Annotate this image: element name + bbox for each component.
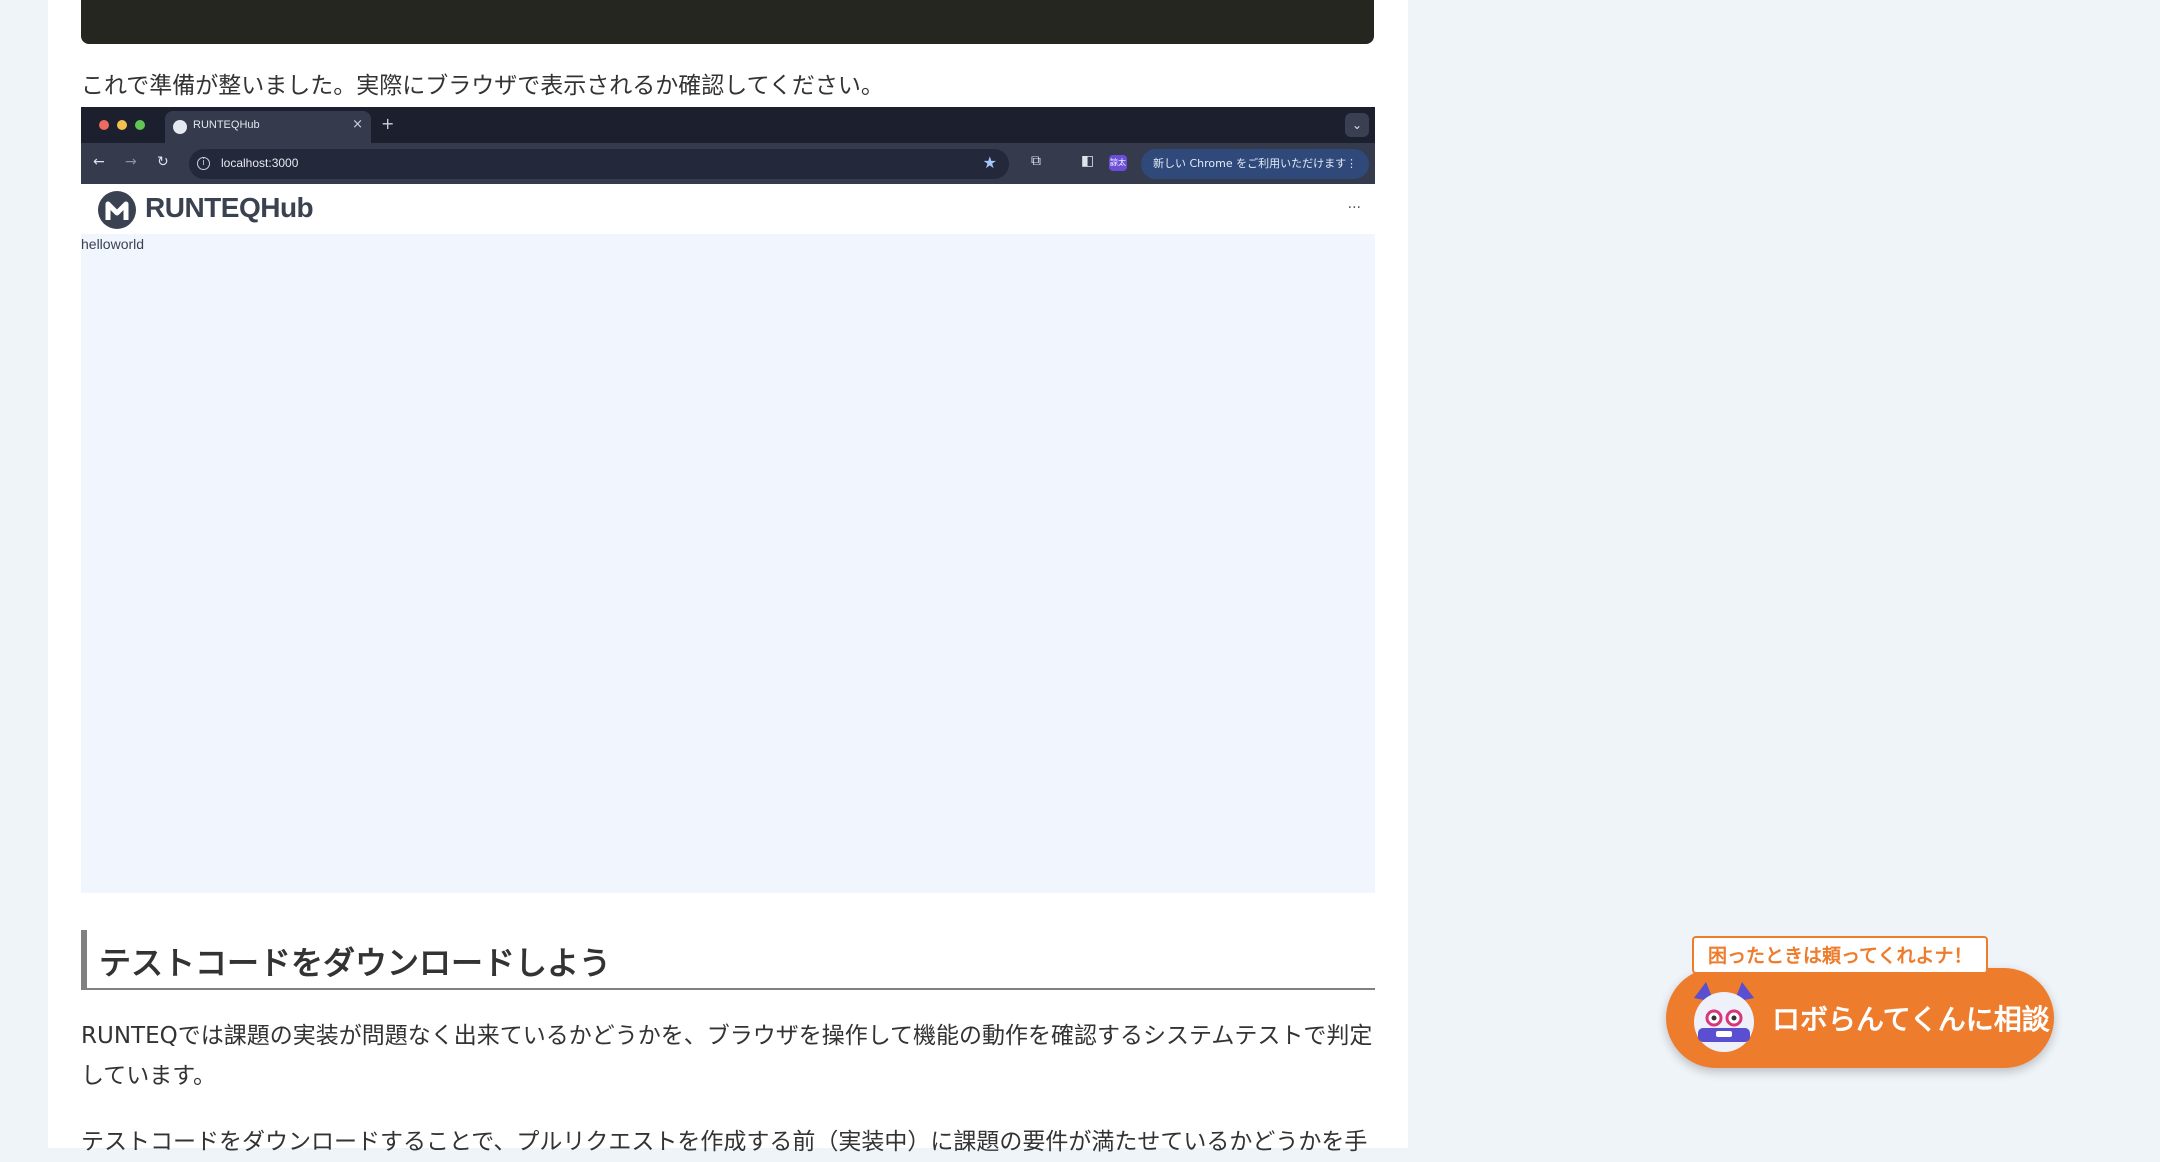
new-tab-icon: + bbox=[381, 114, 395, 133]
close-window-dot-icon bbox=[99, 120, 109, 130]
robo-consult-widget[interactable]: ロボらんてくんに相談 困ったときは頼ってくれよナ！ bbox=[1666, 936, 2056, 1068]
browser-tab: RUNTEQHub × bbox=[165, 111, 371, 143]
browser-tab-bar: RUNTEQHub × + ⌄ bbox=[81, 107, 1375, 143]
forward-arrow-icon: → bbox=[125, 154, 137, 170]
reload-icon: ↻ bbox=[157, 154, 169, 170]
url-text: localhost:3000 bbox=[221, 156, 299, 170]
profile-avatar: 諒太 bbox=[1109, 155, 1127, 171]
browser-screenshot-image: RUNTEQHub × + ⌄ ← → ↻ i localhost:3000 ★… bbox=[81, 107, 1375, 893]
favicon-icon bbox=[173, 120, 187, 134]
site-logo-text: RUNTEQHub bbox=[145, 192, 314, 223]
site-header: RUNTEQHub ... bbox=[81, 184, 1375, 234]
chevron-down-icon: ⌄ bbox=[1345, 113, 1369, 137]
runteq-logo-icon bbox=[98, 191, 136, 229]
robo-consult-button[interactable]: ロボらんてくんに相談 bbox=[1666, 968, 2054, 1068]
body-paragraph: テストコードをダウンロードすることで、プルリクエストを作成する前（実装中）に課題… bbox=[81, 1129, 1368, 1155]
robo-consult-label: ロボらんてくんに相談 bbox=[1772, 1003, 2050, 1036]
tab-title: RUNTEQHub bbox=[193, 119, 260, 131]
body-paragraph: RUNTEQでは課題の実装が問題なく出来ているかどうかを、ブラウザを操作して機能… bbox=[81, 1023, 1373, 1089]
update-chip-label: 新しい Chrome をご利用いただけます bbox=[1153, 157, 1347, 170]
site-info-icon: i bbox=[197, 157, 210, 170]
side-panel-icon: ◧ bbox=[1081, 153, 1095, 169]
chrome-update-chip: 新しい Chrome をご利用いただけます ⋮ bbox=[1141, 149, 1369, 179]
robo-tip-bubble: 困ったときは頼ってくれよナ！ bbox=[1692, 936, 1989, 974]
tab-close-icon: × bbox=[352, 117, 363, 132]
browser-toolbar: ← → ↻ i localhost:3000 ★ ⧉ ◧ 諒太 新しい Chro… bbox=[81, 143, 1375, 184]
article-content: これで準備が整いました。実際にブラウザで表示されるか確認してください。 RUNT… bbox=[48, 0, 1408, 1155]
code-block bbox=[81, 0, 1374, 44]
page-body-text: helloworld bbox=[81, 236, 145, 252]
section-heading: テストコードをダウンロードしよう bbox=[81, 930, 1375, 990]
section-heading-text: テストコードをダウンロードしよう bbox=[99, 944, 612, 982]
intro-text: これで準備が整いました。実際にブラウザで表示されるか確認してください。 bbox=[81, 73, 884, 99]
address-bar: i localhost:3000 ★ bbox=[189, 149, 1009, 179]
kebab-menu-icon: ⋮ bbox=[1346, 157, 1357, 170]
back-arrow-icon: ← bbox=[93, 154, 105, 170]
minimize-window-dot-icon bbox=[117, 120, 127, 130]
robo-mascot-icon bbox=[1694, 982, 1754, 1052]
more-icon: ... bbox=[1347, 196, 1361, 212]
bookmark-star-icon: ★ bbox=[982, 153, 997, 172]
maximize-window-dot-icon bbox=[135, 120, 145, 130]
extensions-puzzle-icon: ⧉ bbox=[1031, 153, 1041, 169]
